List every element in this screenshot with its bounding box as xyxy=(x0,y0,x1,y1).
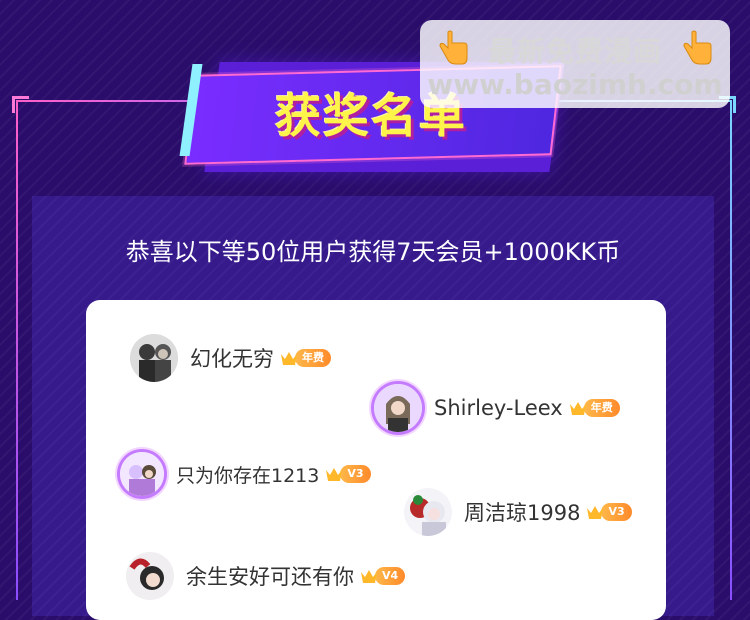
avatar xyxy=(126,552,174,600)
winner-item: 周洁琼1998 V3 xyxy=(404,488,632,536)
winner-name: 余生安好可还有你 xyxy=(186,565,354,589)
badge-label: V3 xyxy=(601,503,632,521)
winner-item: 幻化无穷 年费 xyxy=(130,334,331,382)
crown-icon xyxy=(569,400,587,416)
avatar xyxy=(120,452,164,496)
member-badge: V4 xyxy=(360,567,406,585)
watermark-title: 最新免费漫画 xyxy=(487,35,662,68)
avatar xyxy=(404,488,452,536)
avatar xyxy=(374,384,422,432)
crown-icon xyxy=(586,504,604,520)
winner-name: Shirley-Leex xyxy=(434,396,563,420)
frame-left-line xyxy=(16,100,18,600)
member-badge: 年费 xyxy=(569,399,620,417)
winner-name: 幻化无穷 xyxy=(190,347,274,371)
winner-name: 周洁琼1998 xyxy=(464,501,581,525)
prize-description: 恭喜以下等50位用户获得7天会员+1000KK币 xyxy=(125,238,621,266)
badge-label: V3 xyxy=(340,465,371,483)
badge-label: 年费 xyxy=(295,349,331,367)
winner-item: 余生安好可还有你 V4 xyxy=(126,552,406,600)
frame-right-line xyxy=(730,100,732,600)
watermark-url: www.baozimh.com xyxy=(427,68,723,101)
crown-icon xyxy=(325,466,343,482)
crown-icon xyxy=(280,350,298,366)
badge-label: V4 xyxy=(375,567,406,585)
winner-item: Shirley-Leex 年费 xyxy=(374,384,620,432)
winner-item: 只为你存在1213 V3 xyxy=(120,452,371,496)
badge-label: 年费 xyxy=(583,399,620,417)
winner-name: 只为你存在1213 xyxy=(176,464,320,487)
member-badge: 年费 xyxy=(280,349,331,367)
member-badge: V3 xyxy=(586,503,632,521)
frame-corner-left xyxy=(12,96,29,113)
member-badge: V3 xyxy=(325,465,371,483)
avatar xyxy=(130,334,178,382)
crown-icon xyxy=(360,568,378,584)
